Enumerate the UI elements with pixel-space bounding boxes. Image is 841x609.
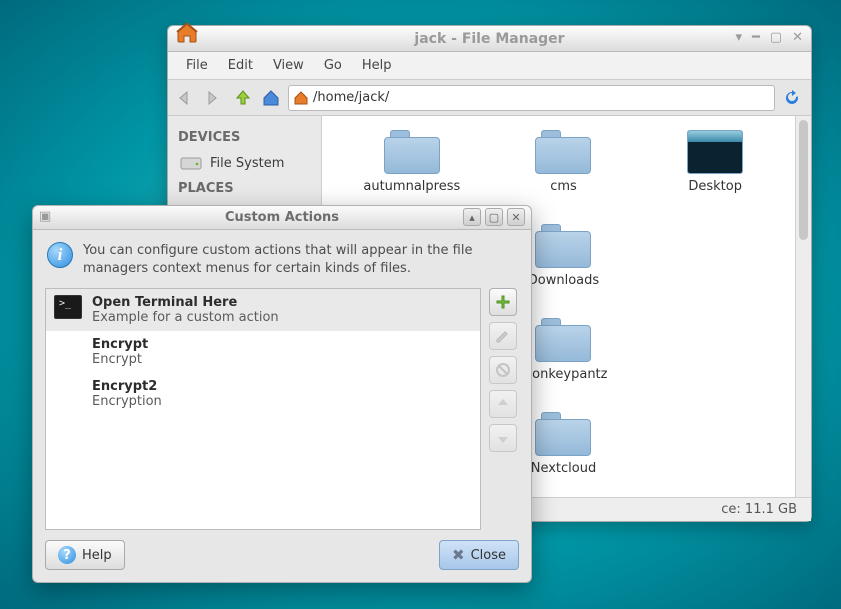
window-min-icon[interactable]: ━ bbox=[752, 30, 760, 45]
status-text: ce: 11.1 GB bbox=[721, 502, 797, 517]
forward-button[interactable] bbox=[204, 87, 226, 109]
help-button[interactable]: ? Help bbox=[45, 540, 125, 570]
toolbar bbox=[168, 80, 811, 116]
address-bar[interactable] bbox=[288, 85, 775, 111]
sidebar-item-filesystem[interactable]: File System bbox=[174, 151, 315, 175]
close-icon: ✖ bbox=[452, 546, 465, 564]
window-icon-home bbox=[174, 20, 200, 46]
dialog-max-icon[interactable]: ▢ bbox=[485, 208, 503, 226]
menubar: File Edit View Go Help bbox=[168, 52, 811, 80]
reload-button[interactable] bbox=[781, 87, 803, 109]
home-button[interactable] bbox=[260, 87, 282, 109]
sidebar-devices-head: DEVICES bbox=[178, 130, 311, 145]
close-label: Close bbox=[471, 548, 506, 563]
move-up-button[interactable] bbox=[489, 390, 517, 418]
action-desc: Encrypt bbox=[92, 352, 148, 367]
up-button[interactable] bbox=[232, 87, 254, 109]
action-name: Encrypt bbox=[92, 337, 148, 352]
dialog-titlebar[interactable]: ▣ Custom Actions ▴ ▢ ✕ bbox=[33, 206, 531, 230]
dialog-description: You can configure custom actions that wi… bbox=[83, 242, 517, 278]
help-label: Help bbox=[82, 548, 112, 563]
action-name: Open Terminal Here bbox=[92, 295, 279, 310]
action-row[interactable]: Encrypt2Encryption bbox=[46, 373, 480, 415]
file-manager-titlebar[interactable]: jack - File Manager ▾ ━ ▢ ✕ bbox=[168, 26, 811, 52]
file-manager-title: jack - File Manager bbox=[168, 31, 811, 47]
dialog-icon: ▣ bbox=[39, 209, 51, 224]
scrollbar-thumb[interactable] bbox=[799, 120, 808, 240]
menu-file[interactable]: File bbox=[178, 54, 216, 77]
window-max-icon[interactable]: ▢ bbox=[770, 30, 782, 45]
delete-action-button[interactable] bbox=[489, 356, 517, 384]
folder-desktop[interactable]: Desktop bbox=[643, 130, 787, 222]
terminal-icon bbox=[54, 295, 82, 319]
help-icon: ? bbox=[58, 546, 76, 564]
dialog-close-icon[interactable]: ✕ bbox=[507, 208, 525, 226]
action-name: Encrypt2 bbox=[92, 379, 162, 394]
menu-edit[interactable]: Edit bbox=[220, 54, 261, 77]
menu-help[interactable]: Help bbox=[354, 54, 400, 77]
address-home-icon bbox=[293, 91, 309, 105]
dialog-info: i You can configure custom actions that … bbox=[33, 230, 531, 288]
actions-toolbar bbox=[489, 288, 519, 530]
scrollbar[interactable] bbox=[795, 116, 811, 497]
drive-icon bbox=[180, 155, 202, 171]
move-down-button[interactable] bbox=[489, 424, 517, 452]
sidebar-places-head: PLACES bbox=[178, 181, 311, 196]
custom-actions-dialog: ▣ Custom Actions ▴ ▢ ✕ i You can configu… bbox=[32, 205, 532, 583]
back-button[interactable] bbox=[176, 87, 198, 109]
window-menu-icon[interactable]: ▾ bbox=[735, 30, 742, 45]
action-desc: Example for a custom action bbox=[92, 310, 279, 325]
actions-list[interactable]: Open Terminal HereExample for a custom a… bbox=[45, 288, 481, 530]
action-row[interactable]: Open Terminal HereExample for a custom a… bbox=[46, 289, 480, 331]
window-close-icon[interactable]: ✕ bbox=[792, 30, 803, 45]
add-action-button[interactable] bbox=[489, 288, 517, 316]
action-row[interactable]: EncryptEncrypt bbox=[46, 331, 480, 373]
edit-action-button[interactable] bbox=[489, 322, 517, 350]
info-icon: i bbox=[47, 242, 73, 268]
menu-go[interactable]: Go bbox=[316, 54, 350, 77]
dialog-title: Custom Actions bbox=[33, 210, 531, 225]
path-input[interactable] bbox=[313, 90, 770, 105]
dialog-rollup-icon[interactable]: ▴ bbox=[463, 208, 481, 226]
menu-view[interactable]: View bbox=[265, 54, 312, 77]
sidebar-item-label: File System bbox=[210, 156, 284, 171]
close-button[interactable]: ✖ Close bbox=[439, 540, 519, 570]
action-desc: Encryption bbox=[92, 394, 162, 409]
